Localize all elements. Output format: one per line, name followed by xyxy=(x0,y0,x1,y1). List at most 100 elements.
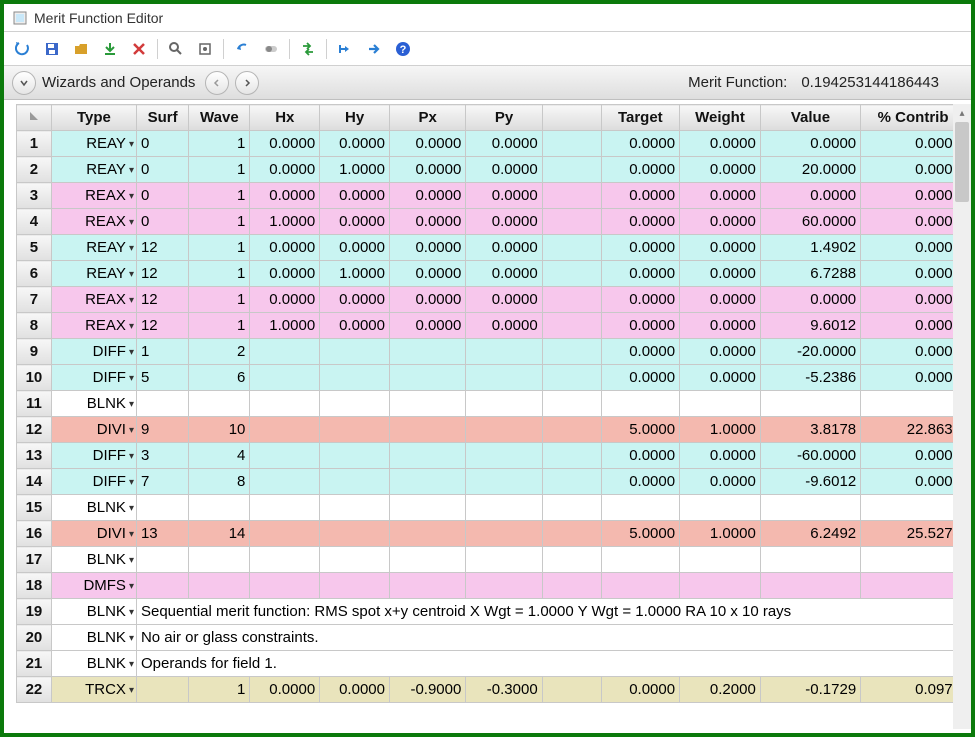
type-cell[interactable]: BLNK▾ xyxy=(51,625,136,651)
value-cell[interactable]: 6.2492 xyxy=(760,521,860,547)
hx-cell[interactable] xyxy=(250,365,320,391)
wave-cell[interactable] xyxy=(189,547,250,573)
weight-cell[interactable]: 0.0000 xyxy=(680,157,761,183)
surf-cell[interactable]: 9 xyxy=(136,417,188,443)
contrib-cell[interactable]: 25.5274 xyxy=(861,521,966,547)
type-cell[interactable]: BLNK▾ xyxy=(51,599,136,625)
py-cell[interactable]: 0.0000 xyxy=(466,261,542,287)
hy-cell[interactable]: 1.0000 xyxy=(320,261,390,287)
hy-cell[interactable] xyxy=(320,443,390,469)
hx-cell[interactable] xyxy=(250,469,320,495)
wave-cell[interactable]: 1 xyxy=(189,313,250,339)
dropdown-icon[interactable]: ▾ xyxy=(129,451,134,462)
target-cell[interactable] xyxy=(601,547,680,573)
row-header[interactable]: 19 xyxy=(17,599,52,625)
py-cell[interactable] xyxy=(466,443,542,469)
type-cell[interactable]: DIFF▾ xyxy=(51,469,136,495)
contrib-cell[interactable]: 22.8635 xyxy=(861,417,966,443)
weight-cell[interactable]: 0.0000 xyxy=(680,313,761,339)
row-header[interactable]: 1 xyxy=(17,131,52,157)
py-cell[interactable] xyxy=(466,495,542,521)
weight-cell[interactable]: 0.2000 xyxy=(680,677,761,703)
contrib-cell[interactable]: 0.0000 xyxy=(861,157,966,183)
row-header[interactable]: 14 xyxy=(17,469,52,495)
contrib-cell[interactable]: 0.0978 xyxy=(861,677,966,703)
dropdown-icon[interactable]: ▾ xyxy=(129,243,134,254)
hx-cell[interactable] xyxy=(250,495,320,521)
contrib-cell[interactable]: 0.0000 xyxy=(861,261,966,287)
wave-cell[interactable]: 1 xyxy=(189,235,250,261)
target-cell[interactable] xyxy=(601,391,680,417)
column-header[interactable]: % Contrib xyxy=(861,105,966,131)
table-row[interactable]: 4REAX▾011.00000.00000.00000.00000.00000.… xyxy=(17,209,966,235)
surf-cell[interactable]: 12 xyxy=(136,287,188,313)
py-cell[interactable]: 0.0000 xyxy=(466,313,542,339)
type-cell[interactable]: REAY▾ xyxy=(51,261,136,287)
row-header[interactable]: 2 xyxy=(17,157,52,183)
next-button[interactable] xyxy=(361,36,387,62)
type-cell[interactable]: DMFS▾ xyxy=(51,573,136,599)
target-cell[interactable]: 0.0000 xyxy=(601,287,680,313)
column-header[interactable]: Hx xyxy=(250,105,320,131)
column-header[interactable]: Px xyxy=(389,105,465,131)
surf-cell[interactable]: 1 xyxy=(136,339,188,365)
target-cell[interactable]: 0.0000 xyxy=(601,443,680,469)
value-cell[interactable]: -20.0000 xyxy=(760,339,860,365)
expand-button[interactable] xyxy=(12,71,36,95)
px-cell[interactable] xyxy=(389,443,465,469)
table-row[interactable]: 19BLNK▾Sequential merit function: RMS sp… xyxy=(17,599,966,625)
surf-cell[interactable]: 13 xyxy=(136,521,188,547)
row-header[interactable]: 20 xyxy=(17,625,52,651)
row-header[interactable]: 22 xyxy=(17,677,52,703)
value-cell[interactable]: -0.1729 xyxy=(760,677,860,703)
hy-cell[interactable]: 0.0000 xyxy=(320,131,390,157)
table-row[interactable]: 10DIFF▾560.00000.0000-5.23860.0000 xyxy=(17,365,966,391)
row-header[interactable]: 4 xyxy=(17,209,52,235)
row-header[interactable]: 10 xyxy=(17,365,52,391)
value-cell[interactable]: 3.8178 xyxy=(760,417,860,443)
table-row[interactable]: 9DIFF▾120.00000.0000-20.00000.0000 xyxy=(17,339,966,365)
hx-cell[interactable]: 0.0000 xyxy=(250,261,320,287)
hx-cell[interactable]: 0.0000 xyxy=(250,183,320,209)
type-cell[interactable]: REAY▾ xyxy=(51,131,136,157)
value-cell[interactable] xyxy=(760,495,860,521)
table-row[interactable]: 8REAX▾1211.00000.00000.00000.00000.00000… xyxy=(17,313,966,339)
type-cell[interactable]: DIFF▾ xyxy=(51,443,136,469)
py-cell[interactable]: 0.0000 xyxy=(466,287,542,313)
wave-cell[interactable]: 6 xyxy=(189,365,250,391)
px-cell[interactable]: 0.0000 xyxy=(389,183,465,209)
hx-cell[interactable] xyxy=(250,443,320,469)
py-cell[interactable] xyxy=(466,573,542,599)
value-cell[interactable] xyxy=(760,573,860,599)
px-cell[interactable] xyxy=(389,365,465,391)
hx-cell[interactable] xyxy=(250,339,320,365)
type-cell[interactable]: BLNK▾ xyxy=(51,547,136,573)
py-cell[interactable] xyxy=(466,339,542,365)
table-row[interactable]: 7REAX▾1210.00000.00000.00000.00000.00000… xyxy=(17,287,966,313)
comment-cell[interactable]: Sequential merit function: RMS spot x+y … xyxy=(136,599,965,625)
table-row[interactable]: 11BLNK▾ xyxy=(17,391,966,417)
dropdown-icon[interactable]: ▾ xyxy=(129,607,134,618)
wave-cell[interactable]: 1 xyxy=(189,677,250,703)
table-row[interactable]: 13DIFF▾340.00000.0000-60.00000.0000 xyxy=(17,443,966,469)
px-cell[interactable] xyxy=(389,573,465,599)
px-cell[interactable]: -0.9000 xyxy=(389,677,465,703)
type-cell[interactable]: DIFF▾ xyxy=(51,339,136,365)
weight-cell[interactable]: 0.0000 xyxy=(680,131,761,157)
weight-cell[interactable]: 0.0000 xyxy=(680,235,761,261)
dropdown-icon[interactable]: ▾ xyxy=(129,477,134,488)
row-header[interactable]: 11 xyxy=(17,391,52,417)
px-cell[interactable]: 0.0000 xyxy=(389,157,465,183)
value-cell[interactable]: -60.0000 xyxy=(760,443,860,469)
column-header[interactable]: Value xyxy=(760,105,860,131)
hy-cell[interactable] xyxy=(320,573,390,599)
target-cell[interactable]: 5.0000 xyxy=(601,521,680,547)
value-cell[interactable]: -9.6012 xyxy=(760,469,860,495)
type-cell[interactable]: REAX▾ xyxy=(51,183,136,209)
hy-cell[interactable]: 0.0000 xyxy=(320,183,390,209)
type-cell[interactable]: BLNK▾ xyxy=(51,391,136,417)
column-header[interactable]: Wave xyxy=(189,105,250,131)
value-cell[interactable]: 1.4902 xyxy=(760,235,860,261)
contrib-cell[interactable] xyxy=(861,391,966,417)
target-cell[interactable]: 0.0000 xyxy=(601,339,680,365)
